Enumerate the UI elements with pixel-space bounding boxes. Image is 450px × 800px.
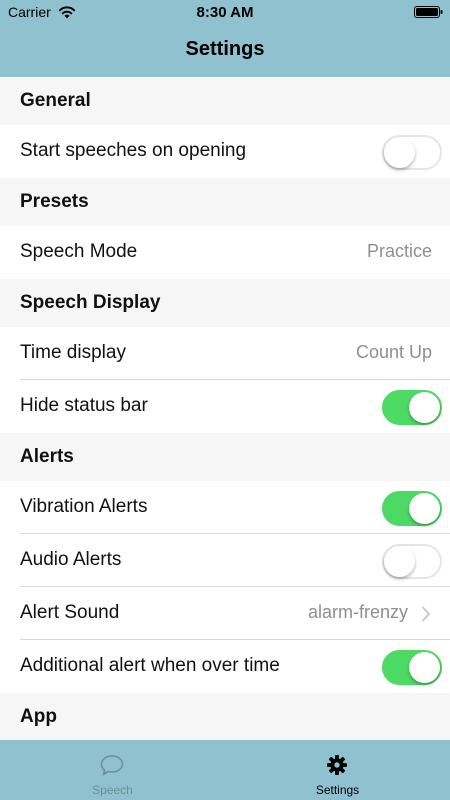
time-display-value: Count Up — [355, 342, 432, 362]
gear-icon — [327, 755, 347, 775]
row-additional-alert: Additional alert when over time — [0, 640, 450, 693]
group-presets: Speech Mode Practice — [0, 226, 450, 279]
audio-alerts-toggle[interactable] — [382, 544, 442, 579]
row-label: Speech Mode — [20, 241, 138, 262]
row-label: Hide status bar — [20, 395, 148, 416]
row-label: Vibration Alerts — [20, 496, 148, 517]
speech-mode-value: Practice — [366, 241, 432, 261]
row-speech-mode[interactable]: Speech Mode Practice — [0, 226, 450, 279]
row-hide-status-bar: Hide status bar — [0, 380, 450, 433]
top-bar: Carrier 8:30 AM Settings — [0, 0, 450, 77]
toggle-knob — [384, 546, 415, 577]
row-label: Alert Sound — [20, 602, 120, 623]
row-label: Additional alert when over time — [20, 655, 280, 676]
tab-bar: Speech Settings — [0, 740, 450, 800]
row-time-display[interactable]: Time display Count Up — [0, 327, 450, 380]
row-vibration-alerts: Vibration Alerts — [0, 481, 450, 534]
section-header-alerts: Alerts — [0, 433, 450, 481]
hide-status-bar-toggle[interactable] — [382, 390, 442, 425]
battery-icon — [414, 6, 443, 18]
tab-label: Settings — [315, 783, 360, 797]
toggle-knob — [409, 392, 440, 423]
tab-speech[interactable]: Speech — [0, 740, 225, 800]
toggle-knob — [409, 652, 440, 683]
settings-list: General Start speeches on opening Preset… — [0, 77, 450, 741]
group-general: Start speeches on opening — [0, 125, 450, 178]
vibration-alerts-toggle[interactable] — [382, 491, 442, 526]
section-header-app: App — [0, 693, 450, 741]
toggle-knob — [384, 137, 415, 168]
status-bar: Carrier 8:30 AM — [0, 0, 450, 26]
alert-sound-value: alarm-frenzy — [307, 602, 408, 622]
section-header-general: General — [0, 77, 450, 125]
start-speeches-toggle[interactable] — [382, 135, 442, 170]
row-label: Time display — [20, 342, 126, 363]
row-audio-alerts: Audio Alerts — [0, 534, 450, 587]
row-label: Audio Alerts — [20, 549, 122, 570]
row-alert-sound[interactable]: Alert Sound alarm-frenzy — [0, 587, 450, 640]
additional-alert-toggle[interactable] — [382, 650, 442, 685]
page-title: Settings — [185, 38, 265, 60]
row-label: Start speeches on opening — [20, 140, 247, 161]
group-speech-display: Time display Count Up Hide status bar — [0, 327, 450, 433]
section-header-presets: Presets — [0, 178, 450, 226]
tab-label: Speech — [92, 783, 133, 797]
group-alerts: Vibration Alerts Audio Alerts Alert Soun… — [0, 481, 450, 693]
section-header-speech-display: Speech Display — [0, 279, 450, 327]
toggle-knob — [409, 493, 440, 524]
speech-bubble-icon — [100, 755, 124, 776]
clock-label: 8:30 AM — [196, 4, 254, 21]
tab-settings[interactable]: Settings — [225, 740, 450, 800]
chevron-right-icon — [422, 606, 430, 622]
row-start-speeches: Start speeches on opening — [0, 125, 450, 178]
